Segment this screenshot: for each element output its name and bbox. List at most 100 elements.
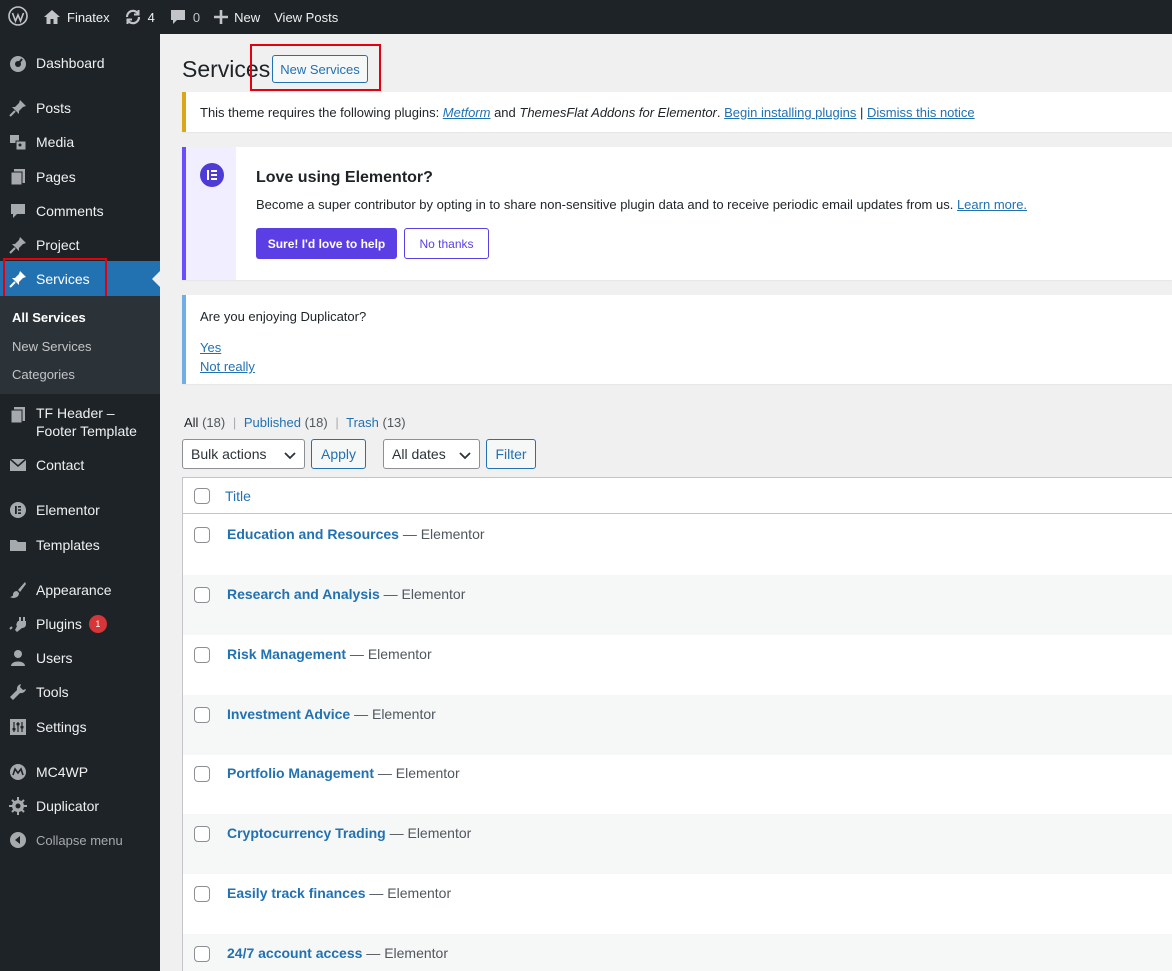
user-icon: [0, 649, 36, 667]
bulk-actions-select[interactable]: Bulk actions: [182, 439, 305, 469]
wrench-icon: [0, 683, 36, 701]
select-all-checkbox[interactable]: [194, 488, 210, 504]
row-checkbox[interactable]: [194, 826, 210, 842]
updates-link[interactable]: 4: [117, 0, 162, 34]
menu-comments[interactable]: Comments: [0, 198, 160, 224]
menu-elementor[interactable]: Elementor: [0, 497, 160, 523]
menu-media[interactable]: Media: [0, 129, 160, 155]
menu-templates[interactable]: Templates: [0, 532, 160, 558]
menu-settings[interactable]: Settings: [0, 714, 160, 740]
filter-button[interactable]: Filter: [486, 439, 536, 469]
plug-icon: [0, 615, 36, 633]
row-title-link[interactable]: Easily track finances: [227, 885, 366, 901]
elementor-notice-strip: [186, 147, 236, 280]
view-published[interactable]: Published: [244, 415, 301, 430]
row-checkbox[interactable]: [194, 647, 210, 663]
view-all[interactable]: All: [184, 415, 198, 430]
menu-appearance[interactable]: Appearance: [0, 577, 160, 603]
mc4wp-icon: [0, 763, 36, 781]
notice-mid: and: [490, 105, 520, 120]
menu-dashboard[interactable]: Dashboard: [0, 50, 160, 76]
post-status-views: All (18) | Published (18) | Trash (13): [184, 415, 406, 430]
column-title-header[interactable]: Title: [225, 488, 251, 504]
table-row: Risk Management — Elementor: [183, 635, 1172, 695]
row-checkbox[interactable]: [194, 707, 210, 723]
site-name: Finatex: [67, 9, 110, 25]
optin-accept-button[interactable]: Sure! I'd love to help: [256, 228, 397, 259]
wordpress-logo-button[interactable]: [0, 0, 36, 34]
elementor-notice-title: Love using Elementor?: [256, 169, 433, 186]
menu-label: Appearance: [36, 582, 112, 598]
row-title: Cryptocurrency Trading — Elementor: [227, 825, 471, 841]
comments-count: 0: [192, 9, 201, 25]
row-title: Investment Advice — Elementor: [227, 706, 436, 722]
view-posts-link[interactable]: View Posts: [267, 0, 345, 34]
highlight-box-new-services: [250, 44, 381, 91]
begin-installing-link[interactable]: Begin installing plugins: [724, 105, 856, 120]
row-post-state: — Elementor: [385, 825, 472, 841]
table-header: Title: [183, 478, 1172, 514]
row-title: Easily track finances — Elementor: [227, 885, 451, 901]
dashboard-icon: [0, 54, 36, 72]
all-dates-select[interactable]: All dates: [383, 439, 480, 469]
row-title-link[interactable]: Investment Advice: [227, 706, 350, 722]
menu-users[interactable]: Users: [0, 645, 160, 671]
row-post-state: — Elementor: [350, 706, 436, 722]
row-checkbox[interactable]: [194, 946, 210, 962]
duplicator-yes-link[interactable]: Yes: [200, 340, 221, 355]
submenu-all-services[interactable]: All Services: [12, 310, 86, 325]
collapse-menu-button[interactable]: Collapse menu: [0, 828, 160, 852]
duplicator-not-really-link[interactable]: Not really: [200, 359, 255, 374]
optin-decline-button[interactable]: No thanks: [404, 228, 489, 259]
row-checkbox[interactable]: [194, 886, 210, 902]
row-title: Risk Management — Elementor: [227, 646, 432, 662]
menu-duplicator[interactable]: Duplicator: [0, 793, 160, 819]
row-title: Research and Analysis — Elementor: [227, 586, 465, 602]
metform-link[interactable]: Metform: [443, 105, 491, 120]
apply-button[interactable]: Apply: [311, 439, 366, 469]
row-title-link[interactable]: Portfolio Management: [227, 765, 374, 781]
row-post-state: — Elementor: [398, 526, 485, 542]
row-title-link[interactable]: Risk Management: [227, 646, 346, 662]
row-checkbox[interactable]: [194, 766, 210, 782]
admin-sidebar: Dashboard Posts Media Pages Comments Pro…: [0, 34, 160, 971]
menu-plugins[interactable]: Plugins 1: [0, 611, 160, 637]
submenu-categories[interactable]: Categories: [12, 367, 75, 382]
row-title-link[interactable]: 24/7 account access: [227, 945, 362, 961]
row-title-link[interactable]: Education and Resources: [227, 526, 399, 542]
new-content-link[interactable]: New: [207, 0, 267, 34]
menu-label: Elementor: [36, 502, 100, 518]
row-title: Education and Resources — Elementor: [227, 526, 485, 542]
row-post-state: — Elementor: [346, 646, 432, 662]
view-all-count: (18): [202, 415, 226, 430]
comments-link[interactable]: 0: [162, 0, 207, 34]
view-separator: |: [335, 415, 339, 430]
dismiss-notice-link[interactable]: Dismiss this notice: [867, 105, 975, 120]
chevron-down-icon: [284, 448, 296, 464]
admin-bar: Finatex 4 0 New View Posts: [0, 0, 1172, 34]
row-checkbox[interactable]: [194, 527, 210, 543]
menu-tf-header-footer[interactable]: TF Header – Footer Template: [0, 404, 160, 442]
row-post-state: — Elementor: [362, 945, 449, 961]
view-trash[interactable]: Trash: [346, 415, 379, 430]
row-checkbox[interactable]: [194, 587, 210, 603]
menu-label: Settings: [36, 719, 87, 735]
learn-more-link[interactable]: Learn more.: [957, 197, 1027, 212]
row-title-link[interactable]: Cryptocurrency Trading: [227, 825, 386, 841]
menu-mc4wp[interactable]: MC4WP: [0, 759, 160, 785]
menu-project[interactable]: Project: [0, 232, 160, 258]
comment-icon: [169, 9, 187, 25]
menu-posts[interactable]: Posts: [0, 95, 160, 121]
plus-icon: [214, 10, 229, 24]
elementor-notice-desc: Become a super contributor by opting in …: [256, 197, 1027, 212]
submenu-new-services[interactable]: New Services: [12, 339, 91, 354]
collapse-label: Collapse menu: [36, 832, 123, 848]
menu-label: Pages: [36, 169, 76, 185]
row-title-link[interactable]: Research and Analysis: [227, 586, 380, 602]
menu-label: Contact: [36, 457, 85, 473]
menu-contact[interactable]: Contact: [0, 452, 160, 478]
row-post-state: — Elementor: [374, 765, 460, 781]
menu-pages[interactable]: Pages: [0, 164, 160, 190]
site-name-link[interactable]: Finatex: [36, 0, 117, 34]
menu-tools[interactable]: Tools: [0, 679, 160, 705]
